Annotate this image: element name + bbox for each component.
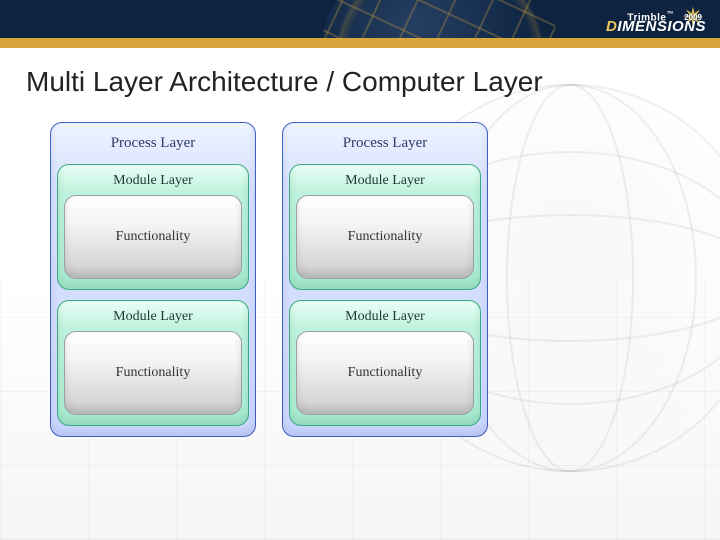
functionality-card: Functionality: [296, 195, 474, 279]
brand-product-accent: D: [606, 18, 617, 35]
slide-header: Trimble™ ✷ 2009 DIMENSIONS: [0, 0, 720, 48]
functionality-label: Functionality: [116, 229, 191, 245]
process-layer-label: Process Layer: [57, 129, 249, 160]
functionality-card: Functionality: [64, 195, 242, 279]
functionality-label: Functionality: [116, 365, 191, 381]
functionality-card: Functionality: [296, 331, 474, 415]
process-layer-card: Process Layer Module Layer Functionality…: [282, 122, 488, 437]
globe-graphic: [320, 0, 560, 48]
process-layer-card: Process Layer Module Layer Functionality…: [50, 122, 256, 437]
functionality-card: Functionality: [64, 331, 242, 415]
module-layer-label: Module Layer: [64, 305, 242, 331]
module-layer-label: Module Layer: [64, 169, 242, 195]
trademark-icon: ™: [667, 11, 675, 18]
module-layer-card: Module Layer Functionality: [57, 164, 249, 290]
functionality-label: Functionality: [348, 365, 423, 381]
slide-title: Multi Layer Architecture / Computer Laye…: [26, 66, 694, 98]
functionality-label: Functionality: [348, 229, 423, 245]
module-layer-label: Module Layer: [296, 169, 474, 195]
module-layer-card: Module Layer Functionality: [57, 300, 249, 426]
module-layer-label: Module Layer: [296, 305, 474, 331]
slide-body: Multi Layer Architecture / Computer Laye…: [0, 48, 720, 540]
module-layer-card: Module Layer Functionality: [289, 300, 481, 426]
brand-product: DIMENSIONS: [606, 18, 706, 35]
module-layer-card: Module Layer Functionality: [289, 164, 481, 290]
brand-product-rest: IMENSIONS: [617, 18, 706, 35]
process-layer-label: Process Layer: [289, 129, 481, 160]
architecture-diagram: Process Layer Module Layer Functionality…: [50, 122, 694, 437]
